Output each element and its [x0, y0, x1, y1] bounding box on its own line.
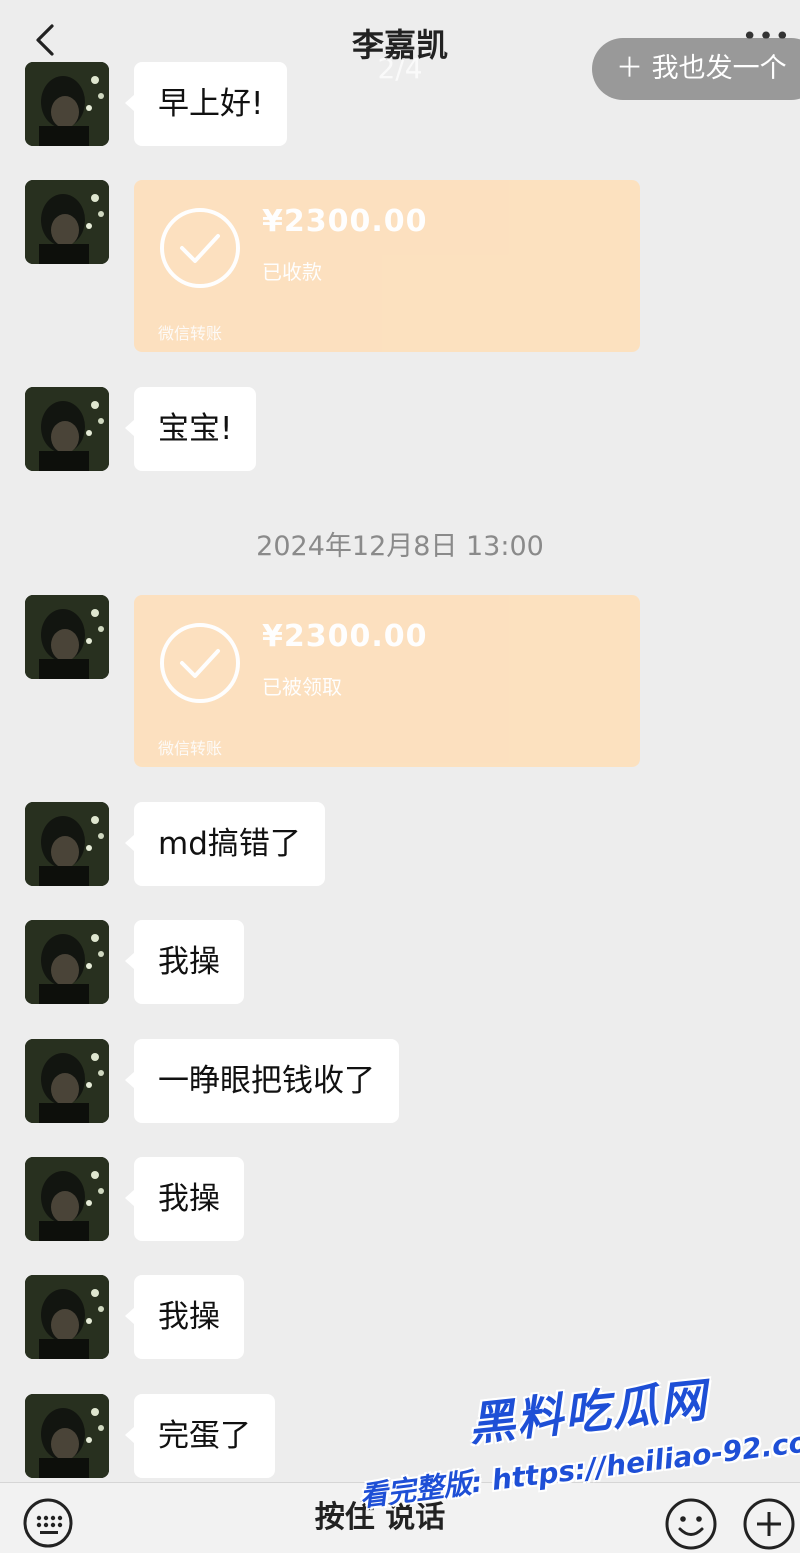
message-bubble[interactable]: 早上好! — [124, 62, 288, 146]
message-bubble[interactable]: 宝宝! — [124, 387, 257, 471]
avatar[interactable] — [25, 62, 109, 146]
avatar[interactable] — [25, 802, 109, 886]
avatar[interactable] — [25, 1039, 109, 1123]
avatar-image — [25, 1275, 109, 1359]
avatar-image — [25, 920, 109, 1004]
message-bubble[interactable]: 我操 — [125, 920, 244, 1004]
transfer-status: 已被领取 — [262, 675, 342, 699]
timestamp: 2024年12月8日 13:00 — [256, 531, 544, 562]
check-circle-icon — [160, 623, 240, 703]
avatar[interactable] — [25, 1275, 109, 1359]
emoji-icon[interactable] — [664, 1497, 718, 1551]
transfer-footer: 微信转账 — [158, 324, 223, 343]
message-row: ¥2300.00 已收款 微信转账 — [0, 180, 800, 352]
avatar-image — [25, 387, 109, 471]
avatar[interactable] — [25, 1394, 109, 1478]
transfer-footer: 微信转账 — [158, 739, 223, 758]
avatar-image — [25, 595, 109, 679]
avatar-image — [25, 62, 109, 146]
message-row: ¥2300.00 已被领取 微信转账 — [0, 595, 800, 767]
message-row: 我操 — [0, 920, 800, 1004]
avatar-image — [25, 180, 109, 264]
message-bubble[interactable]: 我操 — [125, 1275, 244, 1359]
transfer-card[interactable]: ¥2300.00 已被领取 微信转账 — [134, 595, 640, 767]
transfer-amount: ¥2300.00 — [262, 619, 428, 654]
transfer-card[interactable]: ¥2300.00 已收款 微信转账 — [134, 180, 640, 352]
message-bubble[interactable]: 一睁眼把钱收了 — [125, 1039, 399, 1123]
avatar-image — [25, 1157, 109, 1241]
avatar-image — [25, 1394, 109, 1478]
transfer-status: 已收款 — [262, 260, 322, 284]
message-bubble[interactable]: 我操 — [125, 1157, 244, 1241]
message-row: 一睁眼把钱收了 — [0, 1039, 800, 1123]
message-row: md搞错了 — [0, 802, 800, 886]
plus-icon[interactable] — [742, 1497, 796, 1551]
avatar-image — [25, 1039, 109, 1123]
avatar[interactable] — [25, 1157, 109, 1241]
hold-to-talk-button[interactable]: 按住 说话 — [110, 1487, 650, 1549]
message-row: 我操 — [0, 1275, 800, 1359]
avatar[interactable] — [25, 920, 109, 1004]
check-circle-icon — [160, 208, 240, 288]
keyboard-icon[interactable] — [22, 1497, 74, 1549]
message-row: 宝宝! — [0, 387, 800, 471]
avatar[interactable] — [25, 595, 109, 679]
avatar-image — [25, 802, 109, 886]
message-row: 完蛋了 — [0, 1394, 800, 1478]
message-row: 早上好! — [0, 62, 800, 146]
input-bar: 按住 说话 — [0, 1482, 800, 1553]
message-bubble[interactable]: 完蛋了 — [125, 1394, 275, 1478]
transfer-amount: ¥2300.00 — [262, 204, 428, 239]
avatar[interactable] — [25, 180, 109, 264]
avatar[interactable] — [25, 387, 109, 471]
message-bubble[interactable]: md搞错了 — [125, 802, 325, 886]
message-row: 我操 — [0, 1157, 800, 1241]
